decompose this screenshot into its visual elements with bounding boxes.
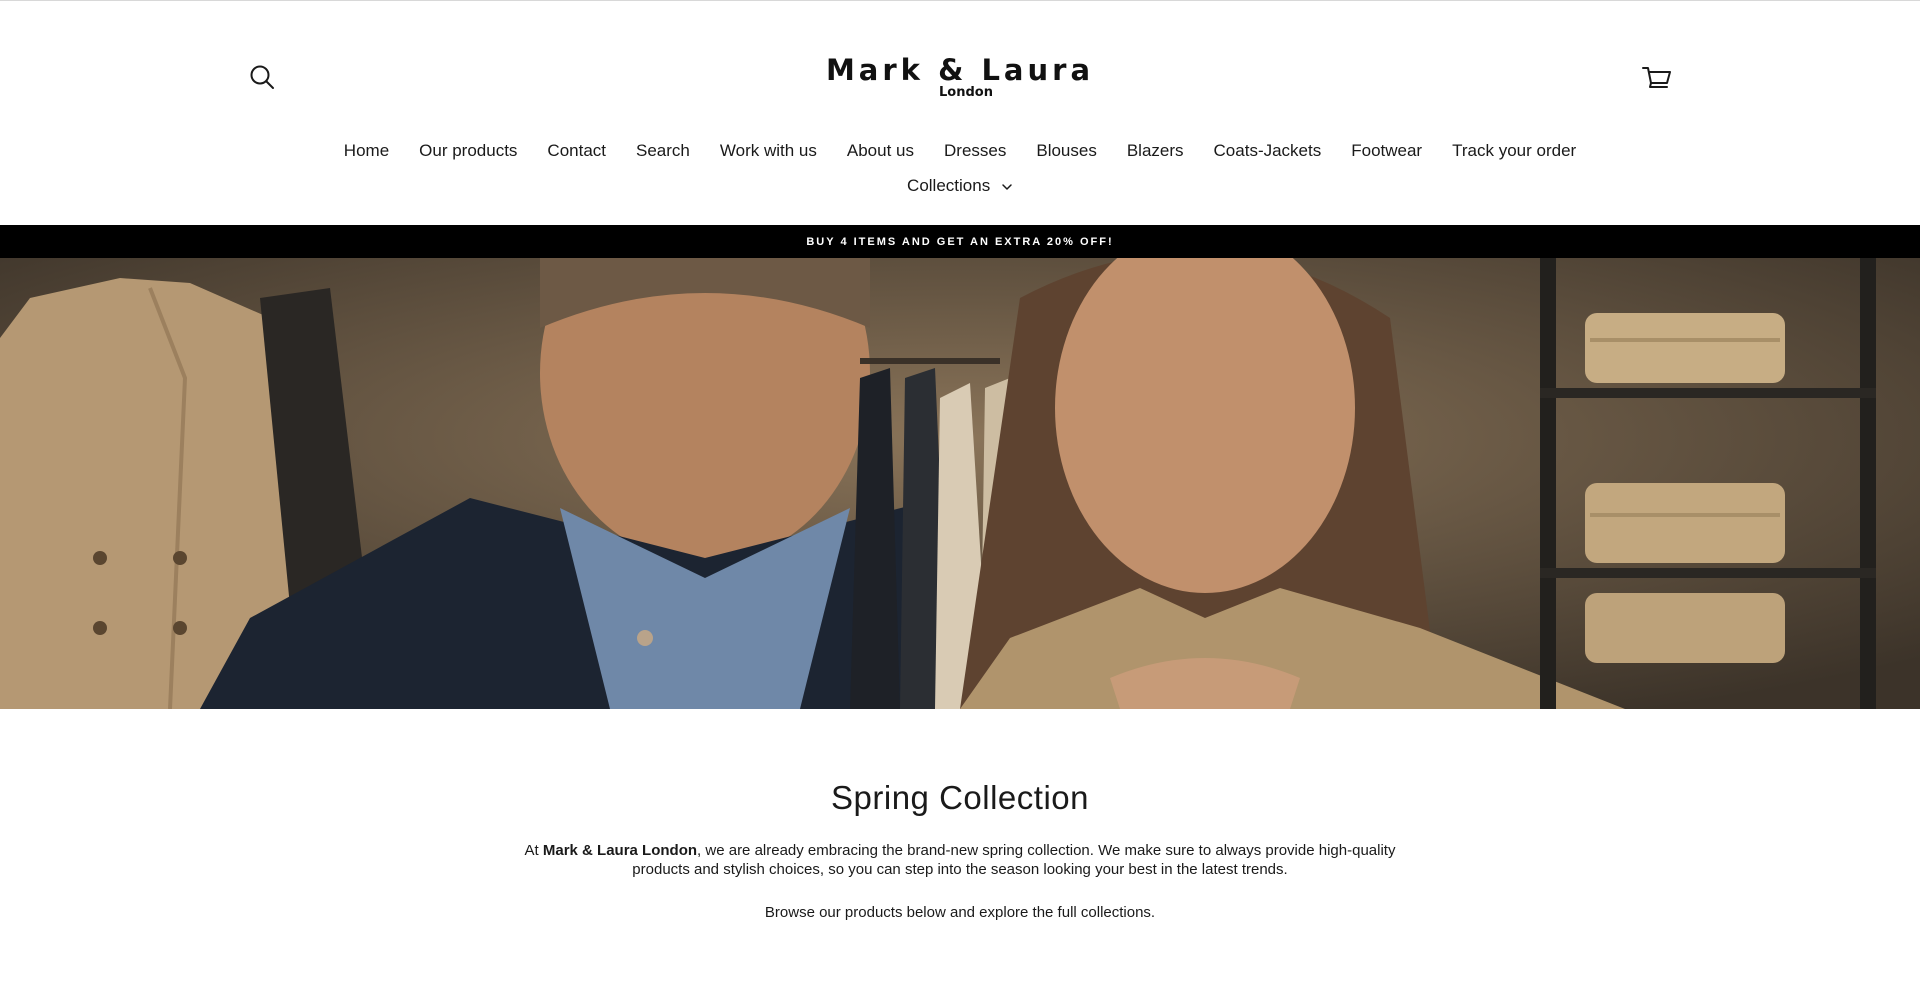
promo-bar: BUY 4 ITEMS AND GET AN EXTRA 20% OFF! — [0, 225, 1920, 258]
logo-sub-text: London — [939, 85, 993, 100]
nav-item-contact[interactable]: Contact — [532, 137, 621, 165]
section-title: Spring Collection — [831, 779, 1089, 816]
nav-row-secondary: Collections — [0, 172, 1920, 200]
nav-item-track-order[interactable]: Track your order — [1437, 137, 1591, 165]
folded-sweaters-top — [1585, 313, 1785, 383]
hero-image — [0, 258, 1920, 709]
hero-banner — [0, 258, 1920, 709]
search-icon[interactable] — [247, 62, 279, 94]
collections-label: Collections — [907, 175, 991, 195]
nav-item-coats-jackets[interactable]: Coats-Jackets — [1199, 137, 1337, 165]
intro-rest: , we are already embracing the brand-new… — [632, 842, 1396, 878]
intro-brand: Mark & Laura London — [542, 842, 698, 859]
nav-item-blazers[interactable]: Blazers — [1112, 137, 1199, 165]
folded-sweaters-bottom — [1585, 483, 1785, 563]
nav-item-collections[interactable]: Collections — [892, 172, 1028, 201]
nav-item-about-us[interactable]: About us — [832, 137, 929, 165]
nav-row-primary: Home Our products Contact Search Work wi… — [0, 137, 1920, 165]
nav-item-search[interactable]: Search — [621, 137, 705, 165]
nav-item-blouses[interactable]: Blouses — [1021, 137, 1111, 165]
intro-prefix: At — [524, 842, 543, 859]
nav-item-our-products[interactable]: Our products — [404, 137, 532, 165]
nav-item-work-with-us[interactable]: Work with us — [705, 137, 832, 165]
logo-main-text: Mark & Laura — [825, 53, 1095, 87]
chevron-down-icon — [1001, 172, 1013, 200]
intro-paragraph: At Mark & Laura London, we are already e… — [500, 841, 1420, 879]
cart-icon[interactable] — [1640, 61, 1674, 95]
promo-text: BUY 4 ITEMS AND GET AN EXTRA 20% OFF! — [806, 235, 1114, 248]
browse-paragraph: Browse our products below and explore th… — [764, 904, 1156, 921]
site-logo[interactable]: Mark & Laura London — [810, 53, 1110, 100]
nav-item-dresses[interactable]: Dresses — [929, 137, 1021, 165]
nav-item-home[interactable]: Home — [329, 137, 404, 165]
main-navigation: Home Our products Contact Search Work wi… — [0, 137, 1920, 200]
nav-item-footwear[interactable]: Footwear — [1336, 137, 1437, 165]
intro-section: Spring Collection At Mark & Laura London… — [0, 709, 1920, 993]
site-header: Mark & Laura London Home Our products Co… — [0, 1, 1920, 225]
